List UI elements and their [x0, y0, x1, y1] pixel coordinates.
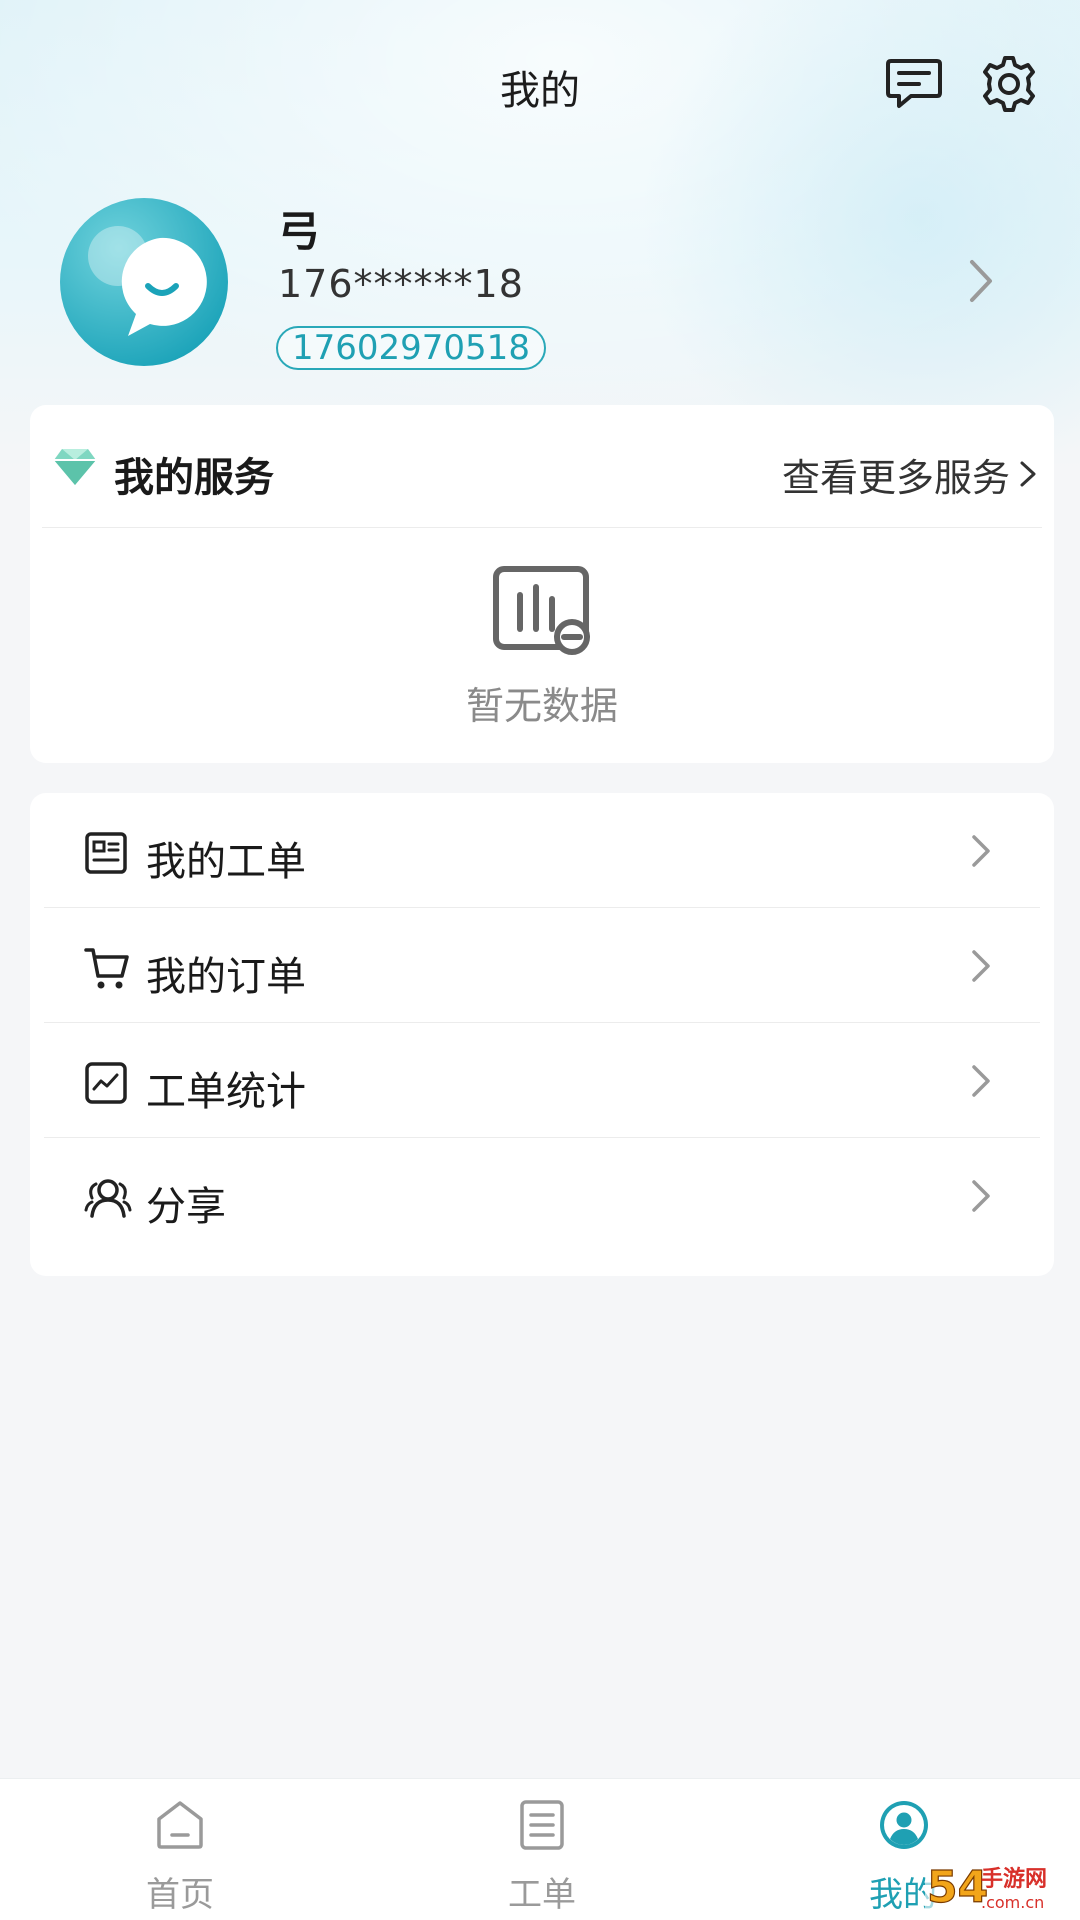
divider [42, 527, 1042, 528]
profile-section[interactable]: 弓 176******18 17602970518 [60, 198, 1020, 370]
document-list-icon [520, 1800, 564, 1850]
diamond-icon [54, 449, 96, 485]
profile-icon [880, 1801, 928, 1849]
home-icon [157, 1801, 203, 1849]
message-button[interactable] [880, 50, 948, 118]
my-page: 我的 弓 176******18 17602970518 我的服务 查看更多服务… [0, 0, 1080, 1920]
svg-text:54: 54 [927, 1862, 988, 1913]
work-order-icon [85, 832, 127, 874]
menu-item-work-order-stats[interactable]: 工单统计 [30, 1023, 1054, 1138]
empty-state-text: 暂无数据 [465, 684, 618, 728]
avatar[interactable] [60, 198, 228, 366]
chevron-right-icon [972, 1180, 990, 1212]
chat-bubble-avatar-icon [88, 226, 207, 336]
services-header: 我的服务 查看更多服务 [30, 405, 1054, 527]
cart-icon [84, 948, 129, 989]
phone-badge: 17602970518 [276, 326, 546, 370]
menu-item-share[interactable]: 分享 [30, 1138, 1054, 1253]
empty-chart-icon [493, 566, 590, 655]
user-name: 弓 [278, 207, 321, 256]
services-title: 我的服务 [114, 455, 274, 501]
chevron-right-icon [972, 835, 990, 867]
svg-text:.com.cn: .com.cn [981, 1893, 1044, 1912]
gear-icon [983, 56, 1035, 112]
more-services-link[interactable]: 查看更多服务 [782, 447, 1010, 502]
share-users-icon [84, 1179, 132, 1218]
nav-label: 工单 [508, 1875, 576, 1915]
menu-item-work-orders[interactable]: 我的工单 [30, 793, 1054, 908]
svg-text:手游网: 手游网 [981, 1866, 1047, 1892]
top-bar: 我的 [0, 50, 1080, 120]
chevron-right-icon [972, 1065, 990, 1097]
nav-tab-work-orders[interactable]: 工单 [442, 1779, 642, 1920]
menu-item-my-orders[interactable]: 我的订单 [30, 908, 1054, 1023]
my-services-card: 我的服务 查看更多服务 暂无数据 [30, 405, 1054, 763]
site-watermark-logo: 54 手游网 .com.cn [925, 1856, 1075, 1916]
menu-card: 我的工单 我的订单 工单统计 分享 [30, 793, 1054, 1276]
menu-label: 分享 [146, 1184, 226, 1230]
chevron-right-icon [972, 950, 990, 982]
bottom-nav: 首页 工单 我的 [0, 1778, 1080, 1920]
message-icon [886, 59, 942, 108]
nav-tab-home[interactable]: 首页 [80, 1779, 280, 1920]
menu-label: 我的工单 [146, 839, 306, 885]
chevron-right-icon[interactable] [1016, 459, 1040, 489]
chevron-right-icon[interactable] [960, 256, 1000, 306]
masked-phone: 176******18 [278, 262, 524, 306]
chart-icon [85, 1062, 127, 1104]
menu-label: 我的订单 [146, 954, 306, 1000]
settings-button[interactable] [975, 50, 1043, 118]
menu-label: 工单统计 [146, 1069, 306, 1115]
nav-label: 首页 [146, 1875, 214, 1915]
